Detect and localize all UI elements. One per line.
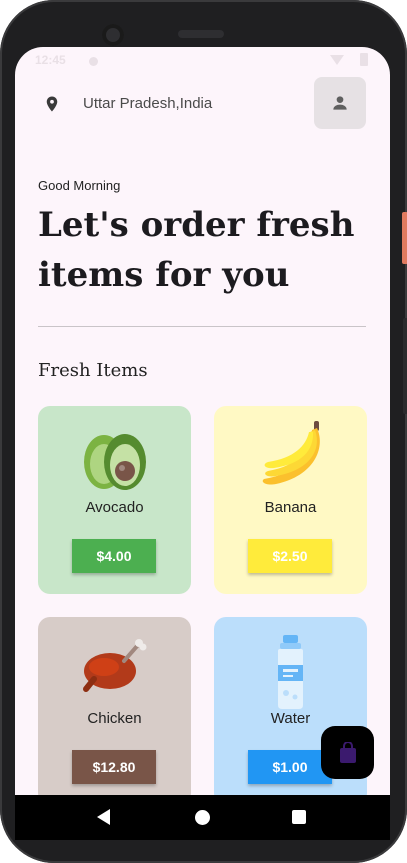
status-bar: 12:45 [15,47,390,75]
shopping-bag-icon [340,742,356,763]
home-icon[interactable] [195,810,210,825]
item-name: Water [270,710,311,727]
price-button[interactable]: $4.00 [72,539,156,573]
back-icon[interactable] [97,809,110,825]
item-card-banana[interactable]: Banana $2.50 [214,406,367,594]
item-card-avocado[interactable]: Avocado $4.00 [38,406,191,594]
greeting-text: Good Morning [38,178,121,193]
battery-icon [360,53,368,66]
camera-icon [102,24,124,46]
wifi-icon [330,55,344,65]
page-title: Let's order fresh items for you [38,205,355,295]
item-name: Banana [264,499,317,516]
item-card-chicken[interactable]: Chicken $12.80 [38,617,191,805]
water-bottle-icon [278,635,303,709]
divider [38,326,366,327]
section-title: Fresh Items [38,360,148,381]
app-screen: 12:45 Uttar Pradesh,India Good Morning L… [15,47,390,840]
avocado-icon [84,434,146,490]
cart-fab-button[interactable] [321,726,374,779]
price-button[interactable]: $12.80 [72,750,156,784]
price-button[interactable]: $2.50 [248,539,332,573]
item-name: Chicken [87,710,142,727]
banana-icon [262,421,320,485]
power-button [402,212,407,264]
phone-frame: 12:45 Uttar Pradesh,India Good Morning L… [0,0,407,863]
location-header: Uttar Pradesh,India [15,75,390,133]
status-time: 12:45 [35,53,66,67]
location-label[interactable]: Uttar Pradesh,India [83,95,212,112]
location-pin-icon [46,96,58,112]
notification-icon [89,57,98,66]
volume-button [403,318,407,414]
system-nav-bar [15,795,390,840]
profile-button[interactable] [314,77,366,129]
chicken-icon [83,639,147,692]
recents-icon[interactable] [292,810,306,824]
person-icon [333,96,347,110]
item-name: Avocado [85,499,144,516]
price-button[interactable]: $1.00 [248,750,332,784]
speaker-grill [178,30,224,38]
